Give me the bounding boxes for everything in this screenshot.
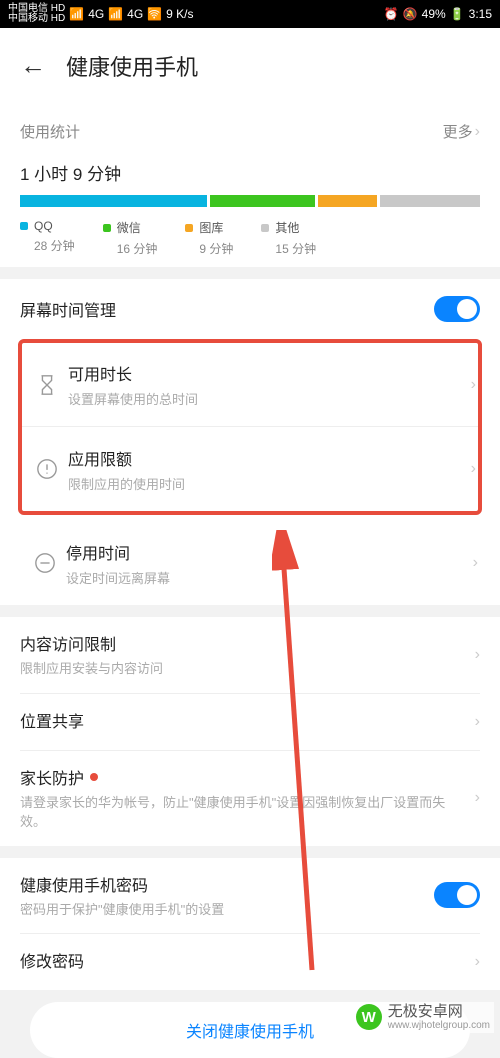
chevron-right-icon: › <box>473 554 478 572</box>
app-limit-row[interactable]: 应用限额 限制应用的使用时间 › <box>22 427 478 511</box>
legend-item: 微信 16 分钟 <box>103 219 158 257</box>
usage-stats-section: 使用统计 更多 › 1 小时 9 分钟 QQ 28 分钟 微信 16 分钟 图库… <box>0 103 500 267</box>
watermark-logo-icon <box>356 1004 382 1030</box>
chevron-right-icon: › <box>475 713 480 731</box>
password-toggle-row: 健康使用手机密码 密码用于保护"健康使用手机"的设置 <box>20 858 480 935</box>
minus-circle-icon <box>24 552 66 574</box>
alarm-icon: ⏰ <box>384 7 399 21</box>
wifi-icon: 🛜 <box>147 7 162 21</box>
bar-segment-wechat <box>210 195 315 207</box>
page-title: 健康使用手机 <box>66 50 198 82</box>
total-time: 1 小时 9 分钟 <box>20 160 480 185</box>
chevron-right-icon: › <box>475 953 480 971</box>
status-left: 中国电信 HD 中国移动 HD 📶 4G 📶 4G 🛜 9 K/s <box>8 4 193 24</box>
stats-label: 使用统计 <box>20 121 80 142</box>
more-button[interactable]: 更多 › <box>443 121 480 142</box>
notification-dot-icon <box>90 773 98 781</box>
change-password-row[interactable]: 修改密码 › <box>20 934 480 990</box>
usage-bar-chart <box>20 195 480 207</box>
chevron-right-icon: › <box>471 376 476 394</box>
screen-time-management-section: 屏幕时间管理 可用时长 设置屏幕使用的总时间 › 应用限额 限制应用的使用时间 … <box>0 279 500 605</box>
legend-dot-icon <box>103 224 111 232</box>
mute-icon: 🔕 <box>403 7 418 21</box>
legend-dot-icon <box>261 224 269 232</box>
page-header: ← 健康使用手机 <box>0 28 500 103</box>
hourglass-icon <box>26 374 68 396</box>
chevron-right-icon: › <box>475 789 480 807</box>
restrictions-section: 内容访问限制 限制应用安装与内容访问 › 位置共享 › 家长防护 请登录家长的华… <box>0 617 500 846</box>
bar-segment-gallery <box>318 195 377 207</box>
chevron-right-icon: › <box>475 123 480 141</box>
back-button[interactable]: ← <box>20 50 46 81</box>
watermark: 无极安卓网 www.wjhotelgroup.com <box>352 1002 494 1034</box>
signal-icon: 📶 <box>108 7 123 21</box>
legend-dot-icon <box>20 222 28 230</box>
bar-segment-other <box>380 195 480 207</box>
warning-circle-icon <box>26 458 68 480</box>
legend-item: QQ 28 分钟 <box>20 219 75 257</box>
screen-time-toggle-row: 屏幕时间管理 <box>20 279 480 339</box>
legend: QQ 28 分钟 微信 16 分钟 图库 9 分钟 其他 15 分钟 <box>20 219 480 257</box>
parental-protection-row[interactable]: 家长防护 请登录家长的华为帐号，防止"健康使用手机"设置因强制恢复出厂设置而失效… <box>20 751 480 846</box>
bar-segment-qq <box>20 195 207 207</box>
screen-time-toggle[interactable] <box>434 296 480 322</box>
chevron-right-icon: › <box>471 460 476 478</box>
location-sharing-row[interactable]: 位置共享 › <box>20 694 480 751</box>
legend-dot-icon <box>185 224 193 232</box>
downtime-row[interactable]: 停用时间 设定时间远离屏幕 › <box>20 521 480 605</box>
content-restriction-row[interactable]: 内容访问限制 限制应用安装与内容访问 › <box>20 617 480 694</box>
highlight-annotation: 可用时长 设置屏幕使用的总时间 › 应用限额 限制应用的使用时间 › <box>18 339 482 515</box>
signal-icon: 📶 <box>69 7 84 21</box>
legend-item: 其他 15 分钟 <box>261 219 316 257</box>
status-right: ⏰ 🔕 49% 🔋 3:15 <box>384 7 492 21</box>
password-section: 健康使用手机密码 密码用于保护"健康使用手机"的设置 修改密码 › <box>0 858 500 991</box>
password-toggle[interactable] <box>434 882 480 908</box>
battery-icon: 🔋 <box>450 7 465 21</box>
status-bar: 中国电信 HD 中国移动 HD 📶 4G 📶 4G 🛜 9 K/s ⏰ 🔕 49… <box>0 0 500 28</box>
legend-item: 图库 9 分钟 <box>185 219 233 257</box>
chevron-right-icon: › <box>475 646 480 664</box>
available-time-row[interactable]: 可用时长 设置屏幕使用的总时间 › <box>22 343 478 427</box>
